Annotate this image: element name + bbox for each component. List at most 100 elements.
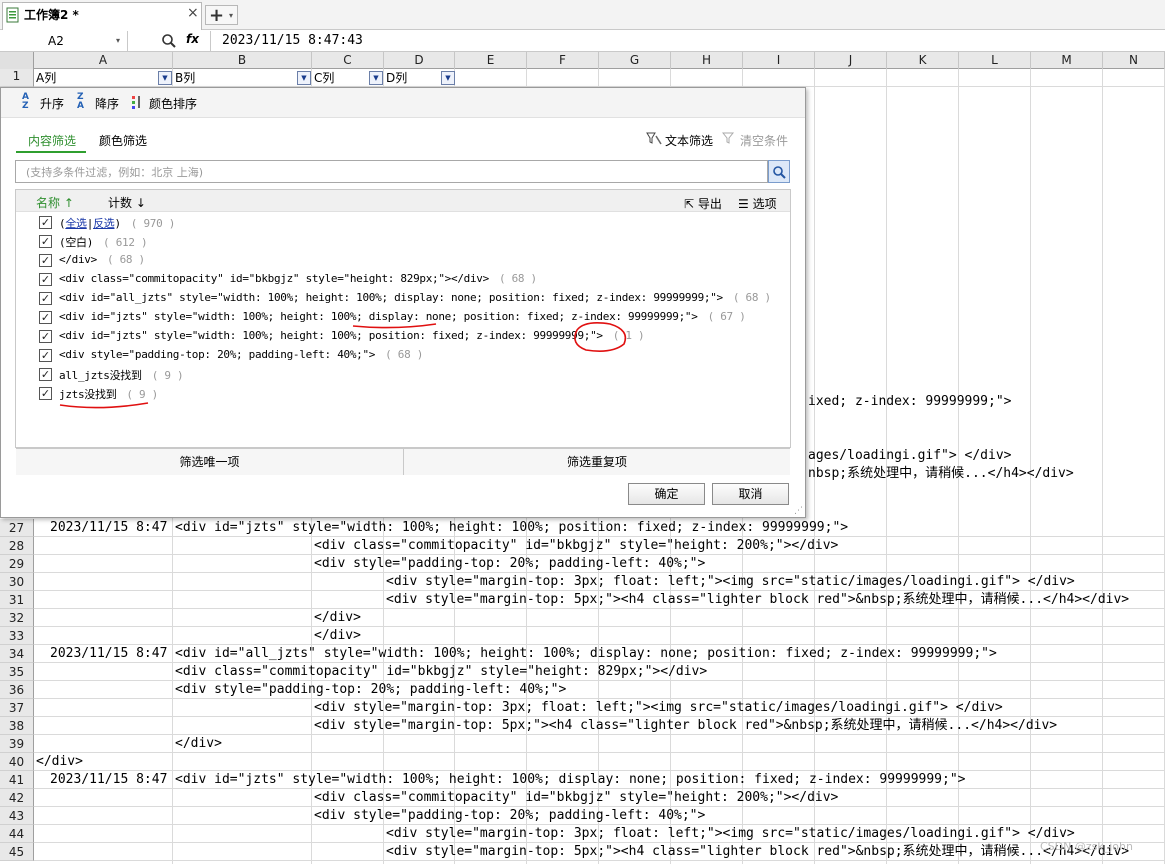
- export-button[interactable]: ⇱ 导出: [684, 195, 722, 212]
- clear-conditions-button[interactable]: 清空条件: [740, 132, 788, 149]
- filter-unique-button[interactable]: 筛选唯一项: [16, 449, 404, 475]
- zoom-icon[interactable]: [160, 32, 178, 50]
- row-header[interactable]: 32: [0, 609, 34, 627]
- ok-button[interactable]: 确定: [628, 483, 705, 505]
- cell[interactable]: 2023/11/15 8:47: [50, 645, 167, 663]
- row-header[interactable]: 1: [0, 69, 34, 87]
- color-sort-button[interactable]: 颜色排序: [149, 95, 197, 112]
- tab-content-filter[interactable]: 内容筛选: [28, 132, 76, 149]
- column-header[interactable]: I: [743, 52, 815, 69]
- checkbox-checked[interactable]: ✓: [39, 292, 52, 305]
- cell[interactable]: <div style="padding-top: 20%; padding-le…: [314, 807, 705, 825]
- row-header[interactable]: 29: [0, 555, 34, 573]
- header-cell-a[interactable]: A列: [36, 69, 56, 87]
- filter-dropdown-icon[interactable]: ▼: [297, 71, 311, 85]
- cell[interactable]: <div style="margin-top: 5px;"><h4 class=…: [314, 717, 1057, 735]
- column-header[interactable]: E: [455, 52, 527, 69]
- cell[interactable]: 2023/11/15 8:47: [50, 771, 167, 789]
- cell[interactable]: <div id="all_jzts" style="width: 100%; h…: [175, 645, 997, 663]
- row-header[interactable]: 41: [0, 771, 34, 789]
- row-header[interactable]: 28: [0, 537, 34, 555]
- column-header[interactable]: N: [1103, 52, 1165, 69]
- filter-dropdown-icon[interactable]: ▼: [158, 71, 172, 85]
- row-header[interactable]: 33: [0, 627, 34, 645]
- row-header[interactable]: 27: [0, 519, 34, 537]
- text-filter-button[interactable]: 文本筛选: [665, 132, 713, 149]
- row-header[interactable]: 40: [0, 753, 34, 771]
- column-header[interactable]: L: [959, 52, 1031, 69]
- cell[interactable]: <div style="margin-top: 3px; float: left…: [314, 699, 1003, 717]
- column-header[interactable]: J: [815, 52, 887, 69]
- cell[interactable]: <div style="margin-top: 5px;"><h4 class=…: [386, 591, 1129, 609]
- checkbox-checked[interactable]: ✓: [39, 311, 52, 324]
- header-cell-b[interactable]: B列: [175, 69, 195, 87]
- row-header[interactable]: 45: [0, 843, 34, 861]
- column-header[interactable]: C: [312, 52, 384, 69]
- column-header[interactable]: A: [34, 52, 173, 69]
- row-header[interactable]: 44: [0, 825, 34, 843]
- options-button[interactable]: ☰ 选项: [738, 195, 777, 212]
- cell[interactable]: ages/loadingi.gif"> </div>: [808, 447, 1012, 465]
- sort-by-name-button[interactable]: 名称 ↑: [36, 194, 74, 211]
- cell[interactable]: <div class="commitopacity" id="bkbgjz" s…: [314, 789, 838, 807]
- cell[interactable]: <div style="padding-top: 20%; padding-le…: [175, 681, 566, 699]
- row-header[interactable]: 42: [0, 789, 34, 807]
- row-header[interactable]: 35: [0, 663, 34, 681]
- select-all-corner[interactable]: [0, 52, 34, 69]
- cell[interactable]: ixed; z-index: 99999999;">: [808, 393, 1012, 411]
- chevron-down-icon[interactable]: ▾: [229, 11, 233, 20]
- filter-duplicates-button[interactable]: 筛选重复项: [404, 449, 790, 475]
- column-header[interactable]: H: [671, 52, 743, 69]
- cell[interactable]: <div class="commitopacity" id="bkbgjz" s…: [175, 663, 707, 681]
- cell[interactable]: </div>: [314, 627, 361, 645]
- header-cell-d[interactable]: D列: [386, 69, 407, 87]
- invert-selection-link[interactable]: 反选: [93, 217, 115, 230]
- column-header[interactable]: B: [173, 52, 312, 69]
- tab-color-filter[interactable]: 颜色筛选: [99, 132, 147, 149]
- cell[interactable]: <div style="margin-top: 3px; float: left…: [386, 573, 1075, 591]
- checkbox-checked[interactable]: ✓: [39, 349, 52, 362]
- cell[interactable]: <div style="margin-top: 3px; float: left…: [386, 825, 1075, 843]
- column-header[interactable]: K: [887, 52, 959, 69]
- fx-icon[interactable]: fx: [186, 32, 199, 46]
- cell[interactable]: <div id="jzts" style="width: 100%; heigh…: [175, 771, 966, 789]
- close-icon[interactable]: ×: [187, 5, 199, 21]
- checkbox-checked[interactable]: ✓: [39, 216, 52, 229]
- row-header[interactable]: 39: [0, 735, 34, 753]
- column-header[interactable]: F: [527, 52, 599, 69]
- cancel-button[interactable]: 取消: [712, 483, 789, 505]
- cell[interactable]: <div id="jzts" style="width: 100%; heigh…: [175, 519, 848, 537]
- row-header[interactable]: 34: [0, 645, 34, 663]
- formula-input[interactable]: 2023/11/15 8:47:43: [222, 33, 363, 48]
- row-header[interactable]: 43: [0, 807, 34, 825]
- sort-by-count-button[interactable]: 计数 ↓: [108, 194, 146, 211]
- cell[interactable]: 2023/11/15 8:47: [50, 519, 167, 537]
- checkbox-checked[interactable]: ✓: [39, 235, 52, 248]
- select-all-link[interactable]: 全选: [65, 217, 87, 230]
- cell[interactable]: </div>: [314, 609, 361, 627]
- cell[interactable]: nbsp;系统处理中，请稍候...</h4></div>: [808, 465, 1074, 483]
- sort-desc-button[interactable]: 降序: [95, 95, 119, 112]
- resize-grip-icon[interactable]: ⋰: [794, 506, 803, 516]
- checkbox-checked[interactable]: ✓: [39, 387, 52, 400]
- cell[interactable]: <div style="margin-top: 5px;"><h4 class=…: [386, 843, 1129, 861]
- checkbox-checked[interactable]: ✓: [39, 330, 52, 343]
- row-header[interactable]: 30: [0, 573, 34, 591]
- column-header[interactable]: M: [1031, 52, 1103, 69]
- sort-asc-button[interactable]: 升序: [40, 95, 64, 112]
- add-workbook-button[interactable]: + ▾: [205, 5, 238, 26]
- checkbox-checked[interactable]: ✓: [39, 273, 52, 286]
- filter-dropdown-icon[interactable]: ▼: [441, 71, 455, 85]
- cell[interactable]: <div style="padding-top: 20%; padding-le…: [314, 555, 705, 573]
- cell[interactable]: <div class="commitopacity" id="bkbgjz" s…: [314, 537, 838, 555]
- row-header[interactable]: 36: [0, 681, 34, 699]
- filter-dropdown-icon[interactable]: ▼: [369, 71, 383, 85]
- chevron-down-icon[interactable]: ▾: [116, 36, 120, 45]
- search-button[interactable]: [768, 160, 790, 183]
- column-header[interactable]: G: [599, 52, 671, 69]
- row-header[interactable]: 37: [0, 699, 34, 717]
- checkbox-checked[interactable]: ✓: [39, 254, 52, 267]
- name-box[interactable]: [0, 31, 128, 51]
- row-header[interactable]: 38: [0, 717, 34, 735]
- checkbox-checked[interactable]: ✓: [39, 368, 52, 381]
